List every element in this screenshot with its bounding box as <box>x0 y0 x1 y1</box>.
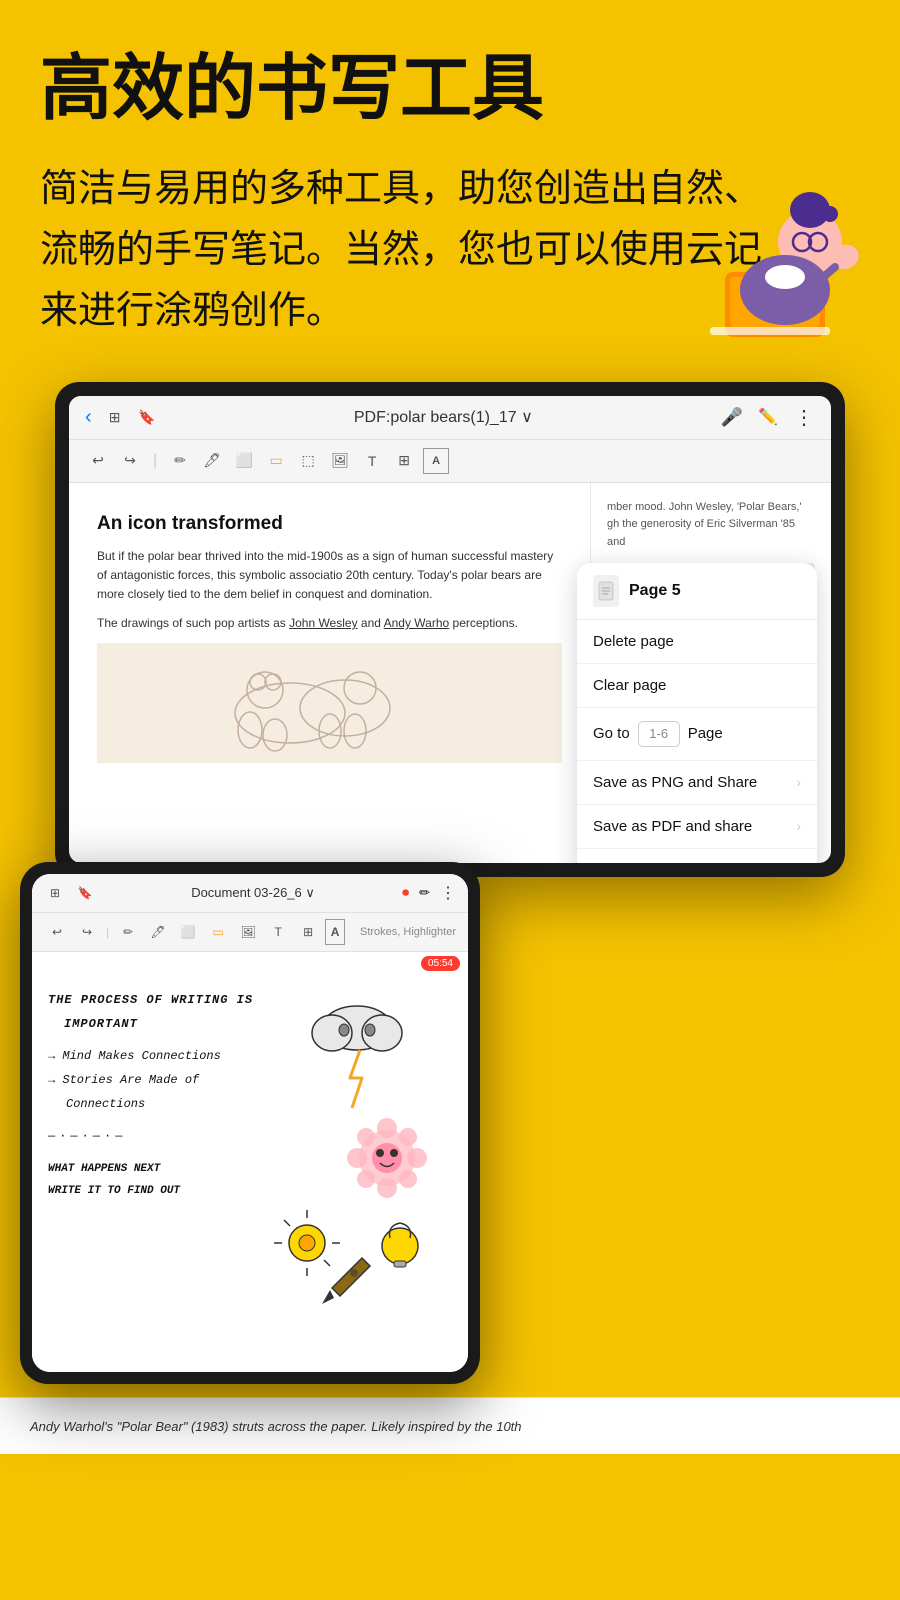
highlight-icon[interactable]: ▭ <box>263 448 289 474</box>
hw-line5: Connections <box>66 1092 452 1116</box>
hw-line8: Write it to Find Out <box>48 1180 452 1202</box>
change-template-label: Change template <box>593 862 707 863</box>
phone-bookmark-icon[interactable]: 🔖 <box>74 882 96 904</box>
phone-fountain-pen-icon[interactable]: 🖊 <box>145 919 171 945</box>
article-text-1: mber mood. John Wesley, 'Polar Bears,' g… <box>607 499 815 552</box>
drawing-toolbar: ↩ ↪ | ✏ 🖊 ⬜ ▭ ⬚ 🖼 T ⊞ A <box>69 440 831 483</box>
popup-page-title: Page 5 <box>629 582 681 600</box>
hw-line7: What Happens Next <box>48 1158 452 1180</box>
save-png-item[interactable]: Save as PNG and Share › <box>577 761 817 805</box>
phone-text-icon[interactable]: T <box>265 919 291 945</box>
popup-menu: Page 5 Delete page Clear page Go to <box>577 563 817 863</box>
page-icon <box>593 575 619 607</box>
phone-record-icon[interactable]: ⏺ <box>402 884 409 901</box>
bottom-strip: Andy Warhol's "Polar Bear" (1983) struts… <box>0 1397 900 1454</box>
tablet-content: An icon transformed But if the polar bea… <box>69 483 831 863</box>
back-button[interactable]: ‹ <box>85 406 92 429</box>
phone-toolbar-right: ⏺ ✏ ⋮ <box>402 883 456 903</box>
phone-grid-icon[interactable]: ⊞ <box>44 882 66 904</box>
image-insert-icon[interactable]: 🖼 <box>327 448 353 474</box>
grid-icon[interactable]: ⊞ <box>104 406 126 428</box>
phone-pen-tool-icon[interactable]: ✏ <box>115 919 141 945</box>
subtitle: 简洁与易用的多种工具，助您创造出自然、流畅的手写笔记。当然，您也可以使用云记来进… <box>40 159 790 341</box>
phone-inner: ⊞ 🔖 Document 03-26_6 ∨ ⏺ ✏ ⋮ ↩ ↪ | ✏ 🖊 ⬜… <box>32 874 468 1372</box>
phone-redo-icon[interactable]: ↪ <box>74 919 100 945</box>
toolbar-icons-left: ⊞ 🔖 <box>104 406 158 428</box>
toolbar-icons-right: 🎤 ✏️ ⋮ <box>721 406 815 428</box>
hw-line2: Important <box>64 1012 452 1036</box>
undo-icon[interactable]: ↩ <box>85 448 111 474</box>
clear-page-label: Clear page <box>593 677 666 694</box>
header-section: 高效的书写工具 简洁与易用的多种工具，助您创造出自然、流畅的手写笔记。当然，您也… <box>0 0 900 362</box>
phone-doc-title[interactable]: Document 03-26_6 ∨ <box>110 885 396 901</box>
character-illustration <box>680 152 870 372</box>
goto-input[interactable] <box>638 721 680 747</box>
handwriting-area: The Process of Writing is Important → Mi… <box>48 968 452 1356</box>
doc-paragraph-1: But if the polar bear thrived into the m… <box>97 547 562 605</box>
more-icon[interactable]: ⋮ <box>793 406 815 428</box>
tablet-device: ‹ ⊞ 🔖 PDF:polar bears(1)_17 ∨ 🎤 ✏️ ⋮ ↩ ↪… <box>55 382 845 877</box>
select-rect-icon[interactable]: ⬚ <box>295 448 321 474</box>
delete-page-item[interactable]: Delete page <box>577 620 817 664</box>
redo-icon[interactable]: ↪ <box>117 448 143 474</box>
phone-toolbar: ⊞ 🔖 Document 03-26_6 ∨ ⏺ ✏ ⋮ <box>32 874 468 913</box>
clear-page-item[interactable]: Clear page <box>577 664 817 708</box>
textbox-icon[interactable]: A <box>423 448 449 474</box>
phone-device: ⊞ 🔖 Document 03-26_6 ∨ ⏺ ✏ ⋮ ↩ ↪ | ✏ 🖊 ⬜… <box>20 862 480 1384</box>
timer-badge: 05:54 <box>421 956 460 971</box>
goto-label-suffix: Page <box>688 725 723 742</box>
phone-highlight-icon[interactable]: ▭ <box>205 919 231 945</box>
phone-eraser-icon[interactable]: ⬜ <box>175 919 201 945</box>
hw-line6: —·—·—·— <box>48 1124 452 1148</box>
phone-pen-icon[interactable]: ✏ <box>419 885 430 901</box>
handwriting-text: The Process of Writing is Important → Mi… <box>48 968 452 1202</box>
doc-title: An icon transformed <box>97 513 562 535</box>
save-png-label: Save as PNG and Share <box>593 774 757 791</box>
popup-header: Page 5 <box>577 563 817 620</box>
device-section: ‹ ⊞ 🔖 PDF:polar bears(1)_17 ∨ 🎤 ✏️ ⋮ ↩ ↪… <box>0 382 900 877</box>
strokes-label: Strokes, Highlighter <box>360 926 456 938</box>
delete-page-label: Delete page <box>593 633 674 650</box>
save-pdf-item[interactable]: Save as PDF and share › <box>577 805 817 849</box>
goto-container: Go to Page <box>593 721 723 747</box>
phone-draw-toolbar: ↩ ↪ | ✏ 🖊 ⬜ ▭ 🖼 T ⊞ A Strokes, Highlight… <box>32 913 468 952</box>
save-pdf-label: Save as PDF and share <box>593 818 752 835</box>
microphone-icon[interactable]: 🎤 <box>721 406 743 428</box>
doc-paragraph-2: The drawings of such pop artists as John… <box>97 614 562 633</box>
pen-tool-icon[interactable]: ✏ <box>167 448 193 474</box>
goto-page-item[interactable]: Go to Page <box>577 708 817 761</box>
article-image <box>97 643 562 763</box>
main-title: 高效的书写工具 <box>40 50 860 129</box>
change-template-chevron-icon: › <box>796 862 801 863</box>
save-pdf-chevron-icon: › <box>796 818 801 834</box>
goto-label-prefix: Go to <box>593 725 630 742</box>
formula-icon[interactable]: ⊞ <box>391 448 417 474</box>
phone-undo-icon[interactable]: ↩ <box>44 919 70 945</box>
phone-more-icon[interactable]: ⋮ <box>440 883 456 903</box>
phone-formula-icon[interactable]: ⊞ <box>295 919 321 945</box>
save-png-chevron-icon: › <box>796 774 801 790</box>
tablet-inner: ‹ ⊞ 🔖 PDF:polar bears(1)_17 ∨ 🎤 ✏️ ⋮ ↩ ↪… <box>69 396 831 863</box>
phone-image-icon[interactable]: 🖼 <box>235 919 261 945</box>
change-template-item[interactable]: Change template › <box>577 849 817 863</box>
bookmark-icon[interactable]: 🔖 <box>136 406 158 428</box>
tablet-toolbar: ‹ ⊞ 🔖 PDF:polar bears(1)_17 ∨ 🎤 ✏️ ⋮ <box>69 396 831 440</box>
fountain-pen-icon[interactable]: 🖊 <box>199 448 225 474</box>
hw-line1: The Process of Writing is <box>48 988 452 1012</box>
pencil-icon[interactable]: ✏️ <box>757 406 779 428</box>
hw-line4: → Stories Are Made of <box>48 1068 452 1092</box>
phone-content: The Process of Writing is Important → Mi… <box>32 952 468 1372</box>
tablet-doc: An icon transformed But if the polar bea… <box>69 483 591 863</box>
andy-warhol-link[interactable]: Andy Warho <box>384 616 450 630</box>
bottom-article-text: Andy Warhol's "Polar Bear" (1983) struts… <box>30 1416 870 1438</box>
phone-textbox-icon[interactable]: A <box>325 919 345 945</box>
phone-toolbar-left: ⊞ 🔖 <box>44 882 96 904</box>
john-wesley-link[interactable]: John Wesley <box>289 616 357 630</box>
eraser-icon[interactable]: ⬜ <box>231 448 257 474</box>
hw-line3: → Mind Makes Connections <box>48 1044 452 1068</box>
document-title[interactable]: PDF:polar bears(1)_17 ∨ <box>174 407 713 427</box>
text-insert-icon[interactable]: T <box>359 448 385 474</box>
